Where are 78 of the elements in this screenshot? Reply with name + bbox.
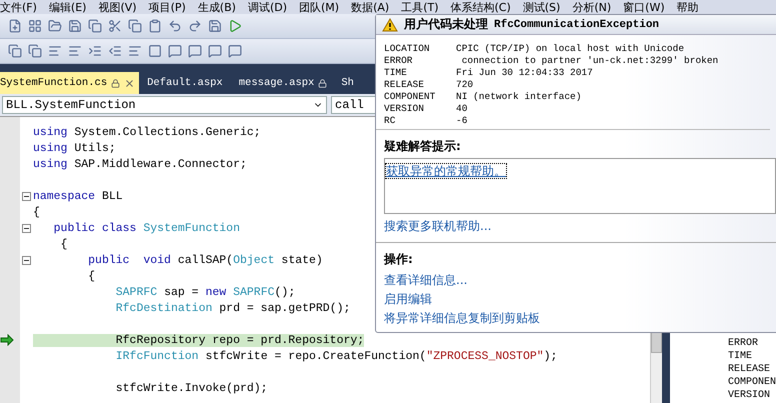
toolbar-icon[interactable] — [108, 19, 122, 33]
code-line: { — [60, 238, 68, 250]
close-icon[interactable] — [124, 78, 136, 88]
code-line: public void callSAP(Object state) — [87, 254, 323, 266]
menu-item[interactable]: 调试(D) — [248, 0, 287, 14]
menu-item[interactable]: 编辑(E) — [48, 0, 86, 14]
lock-icon — [318, 78, 328, 88]
toolbar-icon[interactable] — [88, 44, 102, 58]
popup-title: 用户代码未处理 — [404, 16, 488, 33]
file-tab[interactable]: message.aspx — [230, 72, 336, 94]
code-line: { — [32, 206, 40, 218]
lock-icon — [111, 78, 120, 88]
file-tab[interactable]: Default.aspx — [139, 72, 231, 94]
collapse-icon[interactable] — [22, 256, 31, 264]
exception-type: RfcCommunicationException — [494, 18, 660, 30]
toolbar-icon[interactable] — [188, 19, 202, 33]
type-dropdown[interactable]: BLL.SystemFunction — [2, 96, 327, 114]
section-heading: 疑难解答提示: — [384, 138, 462, 155]
exception-details: LOCATION CPIC (TCP/IP) on local host with Unicode ERROR connection to partner 'un-ck.net:3299' broken TIME Fri Jun 30 12:04:33 2017 RELEASE 720 COMPONENT NI (network interface) VERSION 40 RC -6 — [376, 35, 770, 130]
output-text: ERROR — [728, 337, 759, 350]
menu-item[interactable]: 文件(F) — [0, 0, 37, 14]
toolbar-icon[interactable] — [28, 44, 42, 58]
toolbar-icon[interactable] — [8, 44, 22, 58]
file-tab[interactable]: SystemFunction.cs — [0, 72, 140, 94]
toolbar-icon[interactable] — [68, 19, 82, 33]
toolbar-icon[interactable] — [128, 19, 142, 33]
toolbar-icon[interactable] — [148, 44, 162, 58]
output-text: VERSION — [728, 389, 771, 402]
toolbar-icon[interactable] — [88, 19, 102, 33]
menu-item[interactable]: 数据(A) — [351, 0, 390, 14]
code-line: using Utils; — [32, 142, 116, 154]
code-line: using System.Collections.Generic; — [32, 126, 261, 138]
output-text: TIME — [728, 350, 753, 363]
warning-icon — [382, 18, 398, 32]
code-line: stfcWrite.Invoke(prd); — [114, 382, 268, 394]
section-heading: 操作: — [384, 251, 414, 268]
toolbar-icon[interactable] — [168, 19, 182, 33]
action-link[interactable]: 查看详细信息... — [384, 271, 776, 290]
toolbar-icon[interactable] — [208, 19, 222, 33]
output-text: RELEASE — [728, 363, 771, 376]
toolbar-icon[interactable] — [188, 44, 202, 58]
action-link[interactable]: 将异常详细信息复制到剪贴板 — [384, 309, 776, 328]
code-line: namespace BLL — [32, 190, 123, 202]
toolbar-icon[interactable] — [148, 19, 162, 33]
menu-item[interactable]: 视图(V) — [98, 0, 137, 14]
toolbar-icon[interactable] — [168, 44, 182, 58]
code-line: SAPRFC sap = new SAPRFC(); — [114, 286, 296, 298]
toolbar-icon[interactable] — [48, 44, 62, 58]
output-text: COMPONEN — [728, 376, 776, 389]
menu-item[interactable]: 项目(P) — [148, 0, 186, 14]
toolbar-icon[interactable] — [28, 19, 42, 33]
collapse-icon[interactable] — [22, 192, 31, 200]
collapse-icon[interactable] — [22, 224, 31, 232]
action-link[interactable]: 启用编辑 — [384, 290, 776, 309]
code-line: public class SystemFunction — [52, 222, 240, 234]
toolbar-icon[interactable] — [8, 19, 22, 33]
menu-item[interactable]: 体系结构(C) — [450, 0, 511, 14]
toolbar-icon[interactable] — [108, 44, 122, 58]
menu-item[interactable]: 测试(S) — [522, 0, 560, 14]
toolbar-icon[interactable] — [228, 44, 242, 58]
menu-item[interactable]: 帮助 — [676, 0, 699, 14]
menu-item[interactable]: 工具(T) — [401, 0, 438, 14]
toolbar-icon[interactable] — [208, 44, 222, 58]
toolbar-icon[interactable] — [228, 19, 242, 33]
toolbar-icon[interactable] — [128, 44, 142, 58]
toolbar-icon[interactable] — [48, 19, 62, 33]
search-help-link[interactable]: 搜索更多联机帮助... — [384, 217, 776, 236]
code-line: IRfcFunction stfcWrite = repo.CreateFunction("ZPROCESS_NOSTOP"); — [114, 350, 558, 362]
help-link[interactable]: 获取异常的常规帮助。 — [386, 164, 506, 178]
code-line: RfcDestination prd = sap.getPRD(); — [114, 302, 350, 314]
file-tab[interactable]: Sh — [335, 72, 354, 94]
toolbar-icon[interactable] — [68, 44, 82, 58]
menu-item[interactable]: 生成(B) — [198, 0, 236, 14]
menu-item[interactable]: 窗口(W) — [623, 0, 665, 14]
code-line: using SAP.Middleware.Connector; — [32, 158, 247, 170]
code-line: { — [87, 270, 96, 282]
menu-item[interactable]: 分析(N) — [572, 0, 612, 14]
menu-item[interactable]: 团队(M) — [299, 0, 340, 14]
